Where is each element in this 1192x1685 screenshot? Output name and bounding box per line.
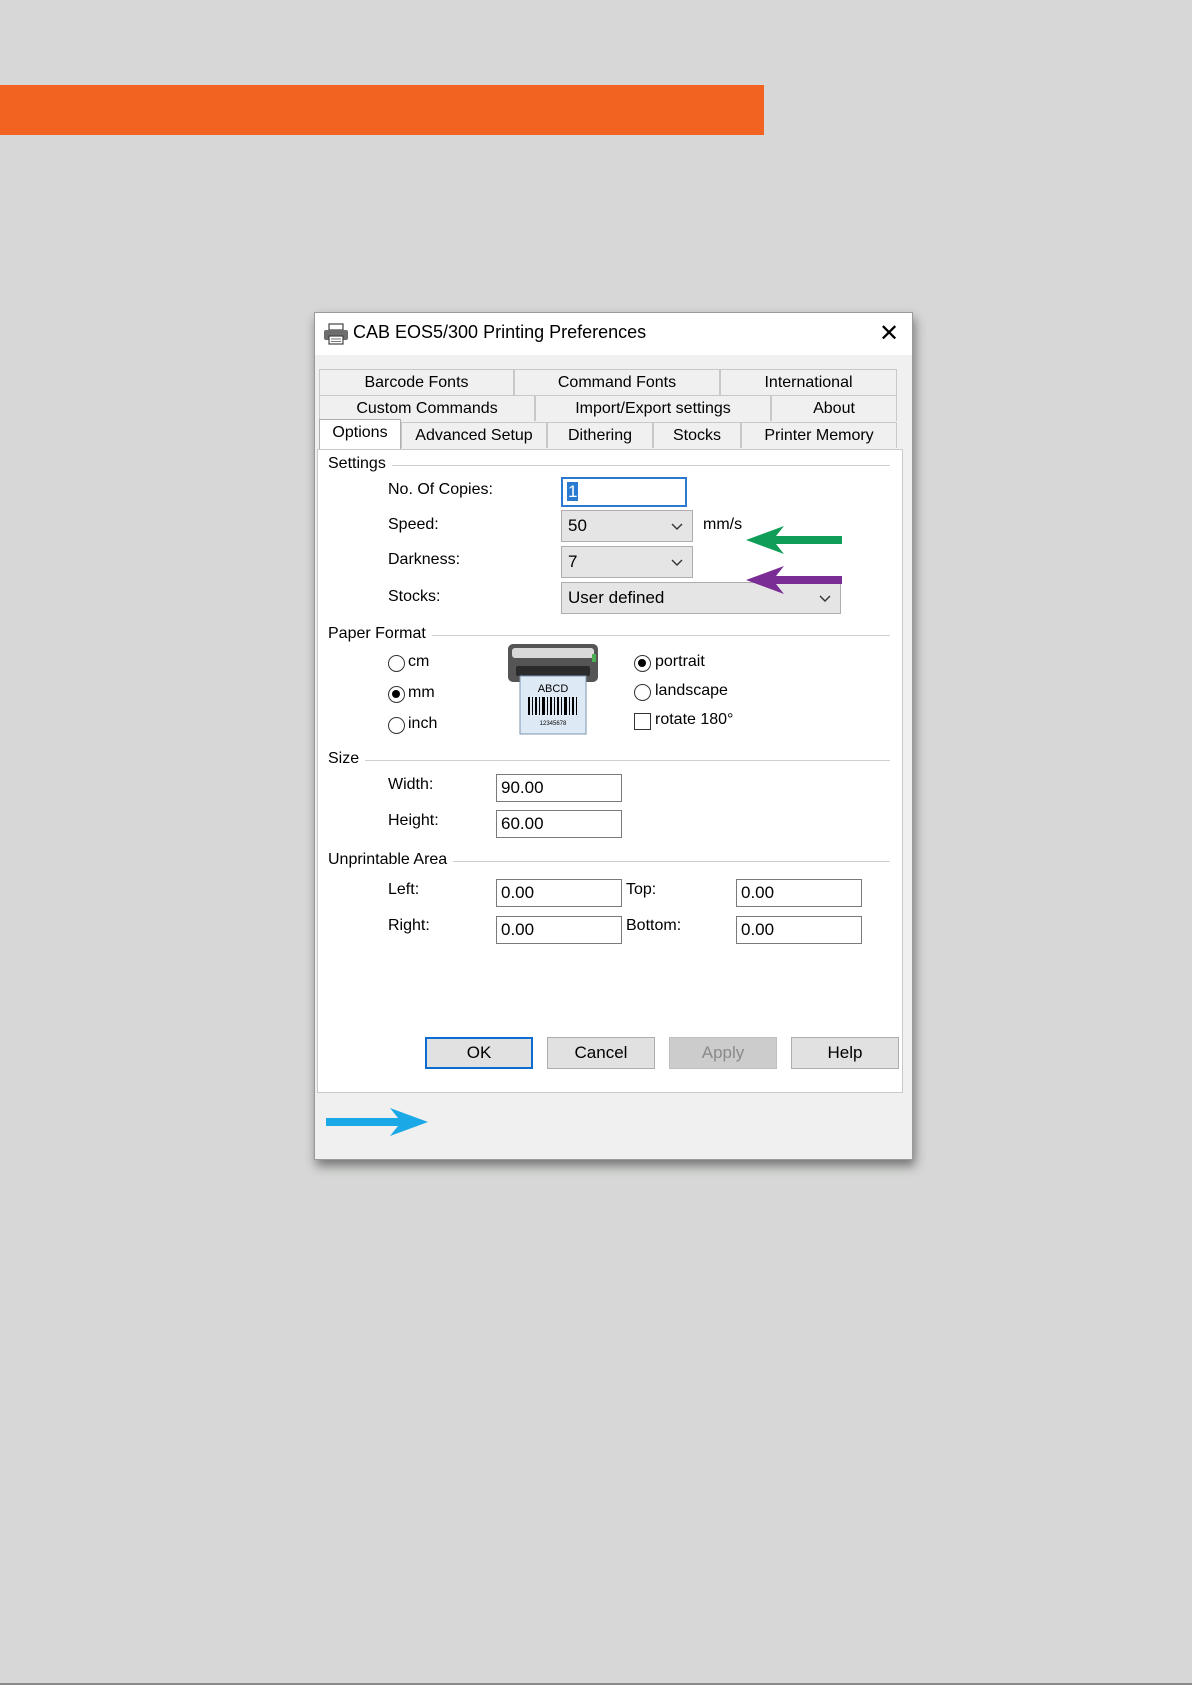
help-button[interactable]: Help (791, 1037, 899, 1069)
size-group-line (328, 760, 890, 761)
speed-value: 50 (568, 516, 587, 535)
unprintable-group-label: Unprintable Area (328, 851, 454, 869)
copies-input[interactable]: 1 (561, 477, 687, 507)
width-label: Width: (388, 776, 434, 793)
tab-command-fonts[interactable]: Command Fonts (514, 369, 720, 395)
height-input[interactable]: 60.00 (496, 810, 622, 838)
tab-stocks[interactable]: Stocks (653, 422, 741, 448)
unit-cm-radio[interactable] (388, 655, 405, 672)
orientation-landscape-radio[interactable] (634, 684, 651, 701)
cancel-button[interactable]: Cancel (547, 1037, 655, 1069)
tab-about[interactable]: About (771, 395, 897, 421)
bottom-margin-label: Bottom: (626, 917, 682, 934)
chevron-down-icon (671, 559, 683, 566)
orientation-portrait-label: portrait (655, 653, 705, 670)
darkness-value: 7 (568, 552, 578, 571)
unit-cm-label: cm (408, 653, 430, 670)
right-margin-input[interactable]: 0.00 (496, 916, 622, 944)
ok-arrow-icon (326, 1108, 428, 1136)
orientation-portrait-radio[interactable] (634, 655, 651, 672)
speed-select[interactable]: 50 (561, 510, 693, 542)
paper-format-group-label: Paper Format (328, 625, 432, 643)
label-printer-preview-icon: ABCD 12345678 (508, 644, 598, 735)
printer-icon (324, 323, 348, 345)
apply-button: Apply (669, 1037, 777, 1069)
top-margin-input[interactable]: 0.00 (736, 879, 862, 907)
height-label: Height: (388, 812, 439, 829)
preview-label-text: ABCD (538, 683, 569, 695)
tab-international[interactable]: International (720, 369, 897, 395)
unit-inch-label: inch (408, 715, 438, 732)
tab-options[interactable]: Options (319, 419, 401, 449)
unit-mm-label: mm (408, 684, 435, 701)
tab-import-export-settings[interactable]: Import/Export settings (535, 395, 771, 421)
settings-group-label: Settings (328, 455, 392, 473)
tab-advanced-setup[interactable]: Advanced Setup (401, 422, 547, 448)
rotate-180-label: rotate 180° (655, 711, 734, 728)
dialog-title: CAB EOS5/300 Printing Preferences (353, 322, 647, 342)
speed-unit: mm/s (703, 516, 743, 533)
tab-barcode-fonts[interactable]: Barcode Fonts (319, 369, 514, 395)
title-bar: CAB EOS5/300 Printing Preferences ✕ (315, 313, 912, 355)
unit-mm-radio[interactable] (388, 686, 405, 703)
stocks-label: Stocks: (388, 588, 441, 605)
chevron-down-icon (671, 523, 683, 530)
tab-dithering[interactable]: Dithering (547, 422, 653, 448)
top-margin-label: Top: (626, 881, 657, 898)
tab-printer-memory[interactable]: Printer Memory (741, 422, 897, 448)
printing-preferences-dialog: CAB EOS5/300 Printing Preferences ✕ Barc… (314, 312, 913, 1160)
size-group-label: Size (328, 750, 366, 768)
orange-header-bar (0, 85, 764, 135)
tab-custom-commands[interactable]: Custom Commands (319, 395, 535, 421)
darkness-label: Darkness: (388, 551, 461, 568)
width-input[interactable]: 90.00 (496, 774, 622, 802)
right-margin-label: Right: (388, 917, 430, 934)
speed-label: Speed: (388, 516, 439, 533)
left-margin-input[interactable]: 0.00 (496, 879, 622, 907)
rotate-180-checkbox[interactable] (634, 713, 651, 730)
copies-label: No. Of Copies: (388, 481, 493, 498)
bottom-margin-input[interactable]: 0.00 (736, 916, 862, 944)
stocks-value: User defined (568, 588, 665, 607)
ok-button[interactable]: OK (425, 1037, 533, 1069)
left-margin-label: Left: (388, 881, 420, 898)
settings-group-line (328, 465, 890, 466)
darkness-arrow-icon (746, 566, 842, 594)
orientation-landscape-label: landscape (655, 682, 728, 699)
speed-arrow-icon (746, 526, 842, 554)
unit-inch-radio[interactable] (388, 717, 405, 734)
close-button[interactable]: ✕ (871, 317, 907, 351)
copies-value: 1 (567, 482, 579, 501)
preview-barcode-number: 12345678 (540, 721, 567, 727)
darkness-select[interactable]: 7 (561, 546, 693, 578)
